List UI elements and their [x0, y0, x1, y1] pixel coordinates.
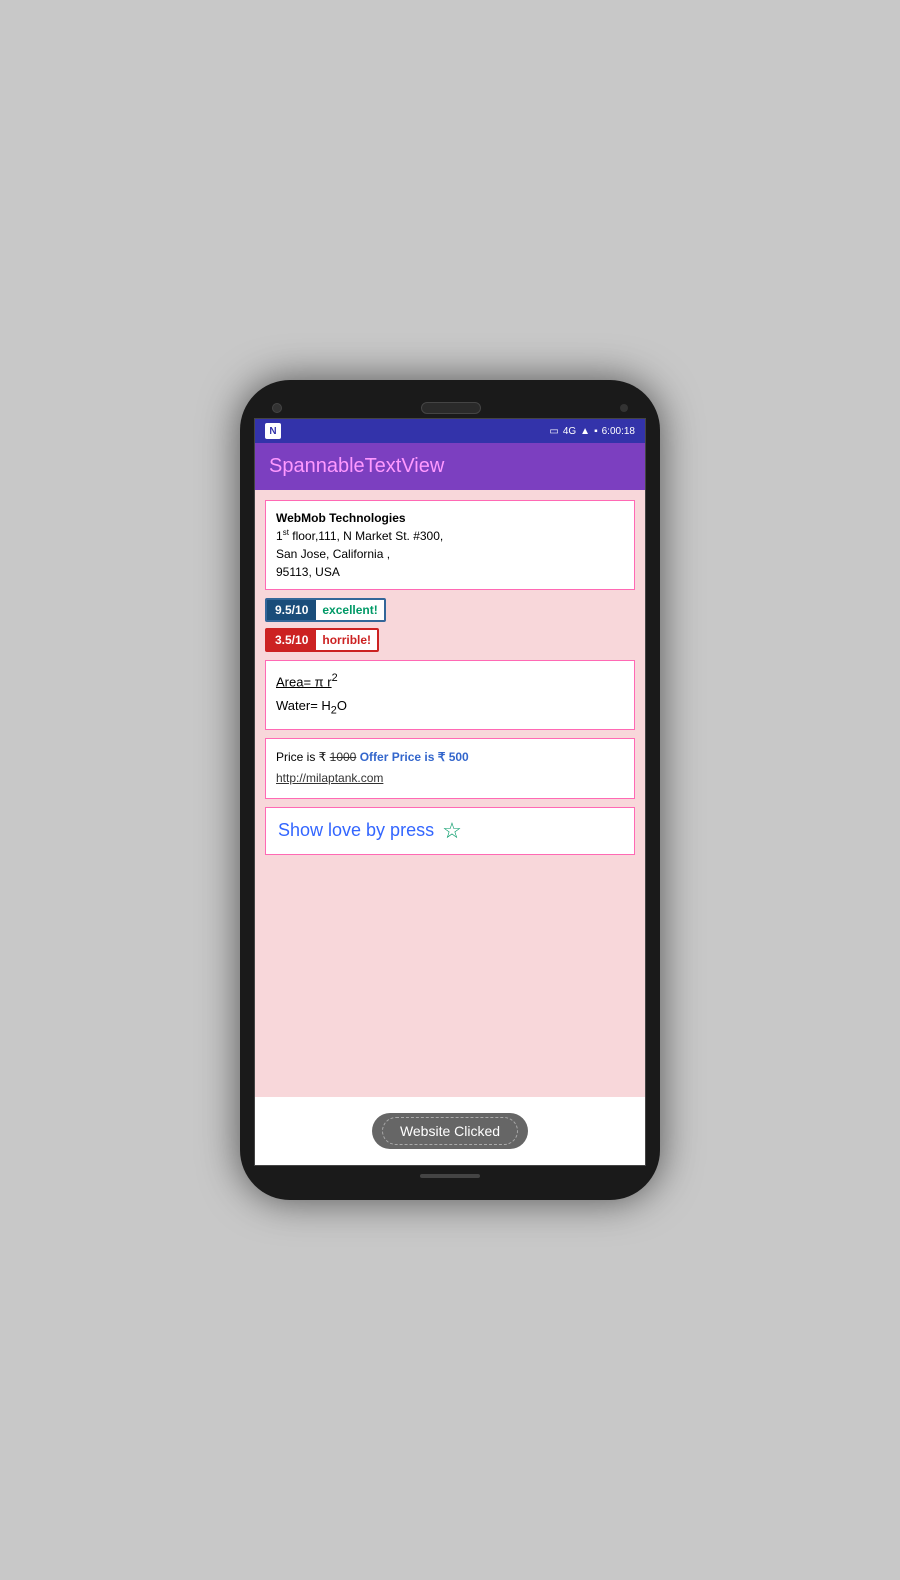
area-formula: Area= π r2 [276, 669, 624, 694]
battery-icon: ▪ [594, 426, 598, 437]
phone-icon: ▭ [549, 426, 558, 437]
address-card: WebMob Technologies 1st floor,111, N Mar… [265, 500, 635, 590]
speaker-grille [421, 402, 481, 414]
horrible-score: 3.5/10 [267, 630, 316, 650]
excellent-badge: 9.5/10 excellent! [265, 598, 386, 622]
phone-top-bar [254, 398, 646, 418]
water-formula-pre: Water= H [276, 698, 331, 713]
front-camera-icon [272, 403, 282, 413]
time-display: 6:00:18 [602, 426, 635, 437]
address-line1-pre: 1 [276, 529, 283, 543]
phone-screen: N ▭ 4G ▲ ▪ 6:00:18 SpannableTextView Web… [254, 418, 646, 1166]
address-line1-post: floor,111, N Market St. #300, [289, 529, 443, 543]
price-card: Price is ₹ 1000 Offer Price is ₹ 500 htt… [265, 738, 635, 799]
formula-card: Area= π r2 Water= H2O [265, 660, 635, 730]
price-label: Price is ₹ [276, 750, 326, 764]
price-line: Price is ₹ 1000 Offer Price is ₹ 500 [276, 747, 624, 769]
app-bar: SpannableTextView [255, 443, 645, 490]
address-line3: 95113, USA [276, 563, 624, 581]
water-formula: Water= H2O [276, 694, 624, 721]
company-name: WebMob Technologies [276, 509, 624, 527]
excellent-label: excellent! [316, 600, 383, 620]
star-icon[interactable]: ☆ [442, 818, 462, 844]
app-title: SpannableTextView [269, 455, 631, 478]
horrible-badge: 3.5/10 horrible! [265, 628, 379, 652]
excellent-score: 9.5/10 [267, 600, 316, 620]
bottom-area: Website Clicked [255, 1097, 645, 1165]
address-line2: San Jose, California , [276, 545, 624, 563]
horrible-label: horrible! [316, 630, 377, 650]
status-left: N [265, 423, 281, 439]
signal-bars-icon: ▲ [580, 426, 590, 437]
n-logo-icon: N [265, 423, 281, 439]
area-superscript: 2 [332, 672, 338, 684]
area-formula-text: Area= π r [276, 674, 332, 689]
love-text: Show love by press [278, 820, 434, 841]
water-formula-post: O [337, 698, 347, 713]
offer-price: Offer Price is ₹ 500 [360, 750, 469, 764]
link-line[interactable]: http://milaptank.com [276, 768, 624, 790]
address-line1: 1st floor,111, N Market St. #300, [276, 527, 624, 545]
website-clicked-button[interactable]: Website Clicked [372, 1113, 528, 1149]
website-link[interactable]: http://milaptank.com [276, 771, 383, 785]
phone-device: N ▭ 4G ▲ ▪ 6:00:18 SpannableTextView Web… [240, 380, 660, 1200]
original-price: 1000 [330, 750, 357, 764]
phone-bottom-bar [420, 1174, 480, 1178]
signal-label: 4G [563, 426, 576, 437]
sensor-dot [620, 404, 628, 412]
ratings-section: 9.5/10 excellent! 3.5/10 horrible! [265, 598, 635, 652]
status-bar: N ▭ 4G ▲ ▪ 6:00:18 [255, 419, 645, 443]
main-content: WebMob Technologies 1st floor,111, N Mar… [255, 490, 645, 1097]
status-right: ▭ 4G ▲ ▪ 6:00:18 [549, 426, 635, 437]
love-card[interactable]: Show love by press ☆ [265, 807, 635, 855]
